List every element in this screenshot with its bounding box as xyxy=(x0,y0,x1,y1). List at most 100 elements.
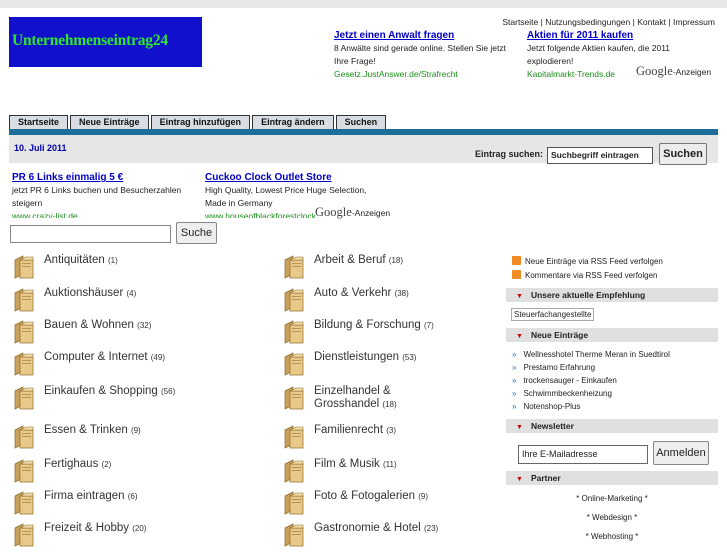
ad-title[interactable]: PR 6 Links einmalig 5 € xyxy=(12,171,197,184)
tab-neue-eintraege[interactable]: Neue Einträge xyxy=(70,115,149,129)
tab-startseite[interactable]: Startseite xyxy=(9,115,69,129)
category-label[interactable]: Auktionshäuser (4) xyxy=(44,287,136,300)
category-name: Freizeit & Hobby xyxy=(44,522,130,534)
ad-title[interactable]: Jetzt einen Anwalt fragen xyxy=(334,29,519,42)
category-label[interactable]: Fertighaus (2) xyxy=(44,458,111,471)
main-nav: Startseite Neue Einträge Eintrag hinzufü… xyxy=(9,115,388,129)
category-name: Fertighaus xyxy=(44,458,99,470)
category-count: (20) xyxy=(132,524,147,533)
empfehlung-link[interactable]: Steuerfachangestellte xyxy=(511,308,595,321)
category-name: Antiquitäten xyxy=(44,254,105,266)
folder-icon xyxy=(12,424,36,450)
ad-url[interactable]: www.houseofblackforestclocks.com xyxy=(205,210,315,218)
site-logo[interactable]: Unternehmenseintrag24 xyxy=(9,17,202,67)
neue-eintraege-title: Neue Einträge xyxy=(530,330,589,340)
triangle-down-icon: ▼ xyxy=(516,293,523,300)
folder-icon xyxy=(282,490,306,516)
folder-icon xyxy=(282,254,306,280)
search-label: Eintrag suchen: xyxy=(475,149,544,159)
folder-icon xyxy=(12,351,36,377)
category-count: (2) xyxy=(101,460,112,469)
google-ads-label[interactable]: Google-Anzeigen xyxy=(636,64,711,79)
partner-link[interactable]: * Webhosting * xyxy=(506,532,718,541)
list-item[interactable]: » trockensauger - Einkaufen xyxy=(512,376,617,385)
category-label[interactable]: Bauen & Wohnen (32) xyxy=(44,319,151,332)
partner-link[interactable]: * Online-Marketing * xyxy=(506,494,718,503)
list-item[interactable]: » Prestamo Erfahrung xyxy=(512,363,595,372)
category-name: Computer & Internet xyxy=(44,351,148,363)
category-label[interactable]: Bildung & Forschung (7) xyxy=(314,319,434,332)
category-label[interactable]: Foto & Fotogalerien (9) xyxy=(314,490,428,503)
tab-suchen[interactable]: Suchen xyxy=(335,115,387,129)
partner-link[interactable]: * Webdesign * xyxy=(506,513,718,522)
rss-icon xyxy=(512,270,521,279)
ad-title[interactable]: Aktien für 2011 kaufen xyxy=(527,29,687,42)
neue-eintraege-header: ▼ Neue Einträge xyxy=(506,328,718,342)
category-count: (7) xyxy=(423,321,434,330)
category-name: Film & Musik xyxy=(314,458,380,470)
category-name: Bildung & Forschung xyxy=(314,319,421,331)
folder-icon xyxy=(282,319,306,345)
small-search-input[interactable] xyxy=(10,225,171,243)
rss-entries-link[interactable]: Neue Einträge via RSS Feed verfolgen xyxy=(512,256,663,266)
category-label[interactable]: Film & Musik (11) xyxy=(314,458,397,471)
category-label[interactable]: Antiquitäten (1) xyxy=(44,254,118,267)
newsletter-email-input[interactable]: Ihre E-Mailadresse xyxy=(518,445,648,464)
category-label[interactable]: Freizeit & Hobby (20) xyxy=(44,522,146,535)
category-label[interactable]: Dienstleistungen (53) xyxy=(314,351,416,364)
category-label[interactable]: Arbeit & Beruf (18) xyxy=(314,254,403,267)
search-button[interactable]: Suchen xyxy=(659,143,707,165)
ad-url[interactable]: www.crazy-list.de xyxy=(12,210,197,218)
tab-eintrag-aendern[interactable]: Eintrag ändern xyxy=(252,115,334,129)
category-label[interactable]: Familienrecht (3) xyxy=(314,424,396,437)
logo-text: Unternehmenseintrag24 xyxy=(12,32,168,49)
rss-comments-link[interactable]: Kommentare via RSS Feed verfolgen xyxy=(512,270,658,280)
category-label[interactable]: Gastronomie & Hotel (23) xyxy=(314,522,438,535)
top-strip xyxy=(0,0,727,8)
category-count: (3) xyxy=(386,426,397,435)
ad-title[interactable]: Cuckoo Clock Outlet Store xyxy=(205,171,380,184)
category-count: (4) xyxy=(126,289,137,298)
category-label[interactable]: Einzelhandel & Grosshandel (18) xyxy=(314,385,434,411)
top-links[interactable]: Startseite | Nutzungsbedingungen | Konta… xyxy=(502,17,715,27)
newsletter-title: Newsletter xyxy=(530,421,574,431)
empfehlung-header: ▼ Unsere aktuelle Empfehlung xyxy=(506,288,718,302)
small-search-button[interactable]: Suche xyxy=(176,222,217,244)
triangle-down-icon: ▼ xyxy=(516,424,523,431)
folder-icon xyxy=(282,287,306,313)
category-label[interactable]: Firma eintragen (6) xyxy=(44,490,138,503)
tab-eintrag-hinzufuegen[interactable]: Eintrag hinzufügen xyxy=(150,115,251,129)
category-name: Einzelhandel & Grosshandel xyxy=(314,385,391,410)
header-ad-1[interactable]: Jetzt einen Anwalt fragen 8 Anwälte sind… xyxy=(334,29,519,77)
search-input[interactable]: Suchbegriff eintragen xyxy=(547,147,653,164)
ad-text: Jetzt folgende Aktien kaufen, die 2011 e… xyxy=(527,43,671,66)
category-label[interactable]: Computer & Internet (49) xyxy=(44,351,165,364)
rss-entries-label: Neue Einträge via RSS Feed verfolgen xyxy=(525,257,663,266)
category-name: Essen & Trinken xyxy=(44,424,128,436)
date-bar: 10. Juli 2011 Eintrag suchen: Suchbegrif… xyxy=(9,135,718,165)
newsletter-subscribe-button[interactable]: Anmelden xyxy=(653,441,709,465)
category-name: Foto & Fotogalerien xyxy=(314,490,416,502)
ad-url[interactable]: Gesetz.JustAnswer.de/Strafrecht xyxy=(334,68,519,77)
category-label[interactable]: Essen & Trinken (9) xyxy=(44,424,141,437)
content-ad-1[interactable]: PR 6 Links einmalig 5 € jetzt PR 6 Links… xyxy=(12,171,197,218)
ads-label-text: -Anzeigen xyxy=(351,208,391,218)
list-item[interactable]: » Schwimmbeckenheizung xyxy=(512,389,612,398)
folder-icon xyxy=(12,385,36,411)
google-logo: Google xyxy=(636,64,673,78)
list-item[interactable]: » Wellnesshotel Therme Meran in Suedtirol xyxy=(512,350,670,359)
category-name: Arbeit & Beruf xyxy=(314,254,386,266)
google-ads-label[interactable]: Google-Anzeigen xyxy=(315,205,390,220)
newsletter-header: ▼ Newsletter xyxy=(506,419,718,433)
category-label[interactable]: Einkaufen & Shopping (56) xyxy=(44,385,175,398)
category-count: (49) xyxy=(150,353,165,362)
folder-icon xyxy=(282,424,306,450)
ads-label-text: -Anzeigen xyxy=(672,67,712,77)
category-label[interactable]: Auto & Verkehr (38) xyxy=(314,287,409,300)
folder-icon xyxy=(282,351,306,377)
category-count: (32) xyxy=(137,321,152,330)
list-item[interactable]: » Notenshop-Plus xyxy=(512,402,580,411)
folder-icon xyxy=(12,287,36,313)
category-count: (56) xyxy=(161,387,176,396)
folder-icon xyxy=(12,522,36,548)
